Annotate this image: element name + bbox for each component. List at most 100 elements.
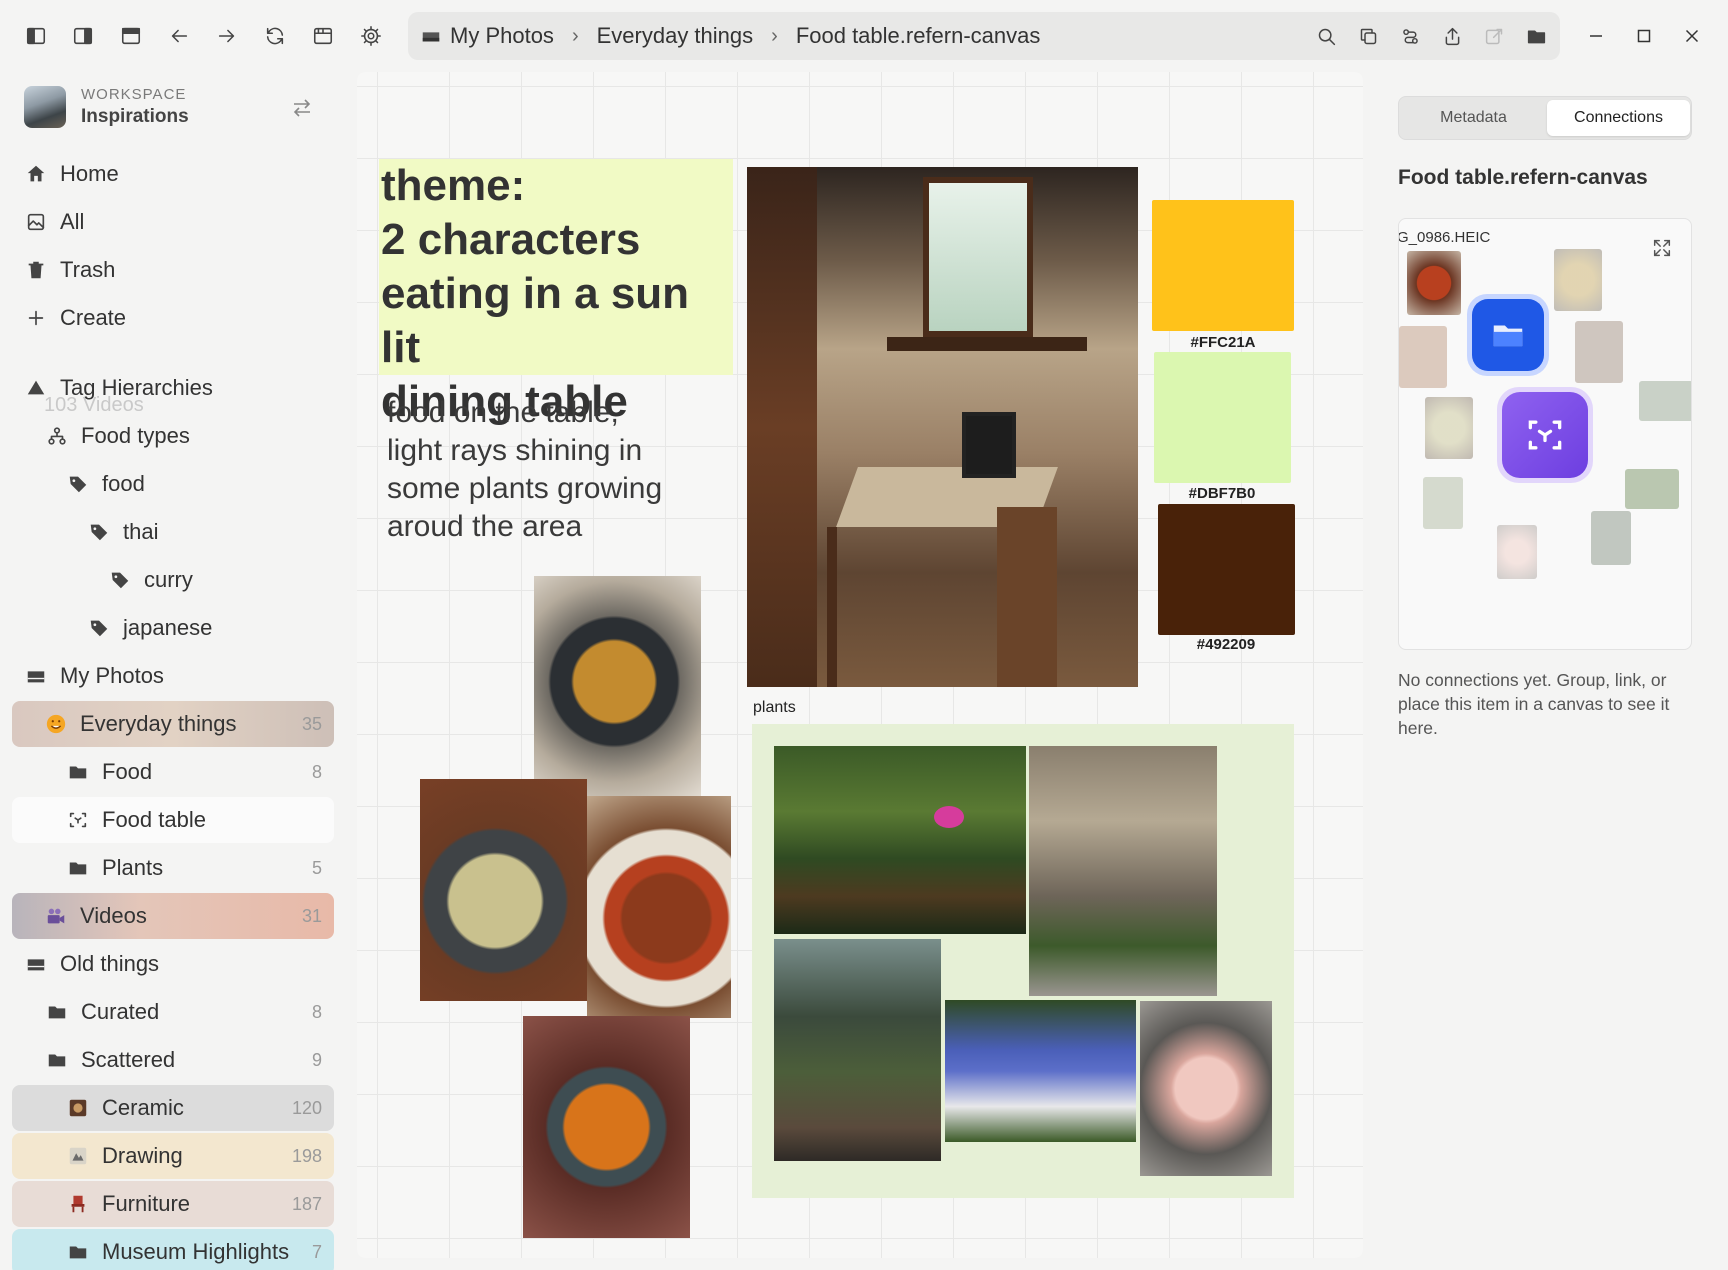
sidebar-item-tag-japanese[interactable]: japanese [87,605,334,651]
graph-thumbnail[interactable] [1497,525,1537,579]
sidebar-item-home[interactable]: Home [24,151,334,197]
share-icon[interactable] [1436,20,1468,52]
roses-photo[interactable] [1140,1001,1272,1176]
sidebar-item-label: Food table [102,807,206,832]
sidebar-item-scattered[interactable]: Scattered 9 [12,1037,334,1083]
settings-gear-icon[interactable] [355,20,387,52]
item-count: 31 [301,905,322,926]
swatch-label: #492209 [1196,636,1256,653]
plus-icon [24,306,48,330]
plants-group[interactable] [752,724,1294,1198]
graph-thumbnail[interactable] [1423,477,1463,529]
graph-thumbnail[interactable] [1575,321,1623,383]
sidebar-item-food-types[interactable]: Food types [45,413,334,459]
sidebar-item-ceramic[interactable]: Ceramic 120 [12,1085,334,1131]
item-count: 9 [311,1049,322,1070]
garden-pond-photo[interactable] [774,746,1026,934]
copy-icon[interactable] [1352,20,1384,52]
building-entrance-photo[interactable] [1029,746,1217,996]
sidebar-item-create[interactable]: Create [24,295,334,341]
swatch-light-green[interactable] [1154,352,1291,483]
graph-thumbnail[interactable] [1554,249,1602,311]
workspace-switcher[interactable]: WORKSPACE Inspirations [24,82,324,136]
sidebar-right-toggle-icon[interactable] [67,20,99,52]
item-count: 5 [311,857,322,878]
expand-icon[interactable] [1651,237,1677,263]
refresh-icon[interactable] [259,20,291,52]
curry-photo-2[interactable] [523,1016,690,1238]
curry-photo-1[interactable] [534,576,701,796]
sidebar-item-tag-curry[interactable]: curry [108,557,334,603]
sidebar-item-trash[interactable]: Trash [24,247,334,293]
sidebar-item-drawing[interactable]: Drawing 198 [12,1133,334,1179]
sidebar-item-curated[interactable]: Curated 8 [12,989,334,1035]
folder-node[interactable] [1467,294,1549,376]
folder-icon[interactable] [1520,20,1552,52]
tag-icon [87,520,111,544]
sidebar-item-videos[interactable]: Videos 31 [12,893,334,939]
connections-graph[interactable]: G_0986.HEIC [1398,218,1692,650]
greenhouse-photo[interactable] [774,939,941,1161]
graph-thumbnail[interactable] [1591,511,1631,565]
folder-icon [45,1048,69,1072]
moodboard-canvas[interactable]: theme: 2 characters eating in a sun lit … [357,72,1363,1258]
graph-thumbnail[interactable] [1399,326,1447,388]
sidebar-item-plants[interactable]: Plants 5 [12,845,334,891]
sidebar-item-food-table[interactable]: Food table [12,797,334,843]
folder-icon [66,856,90,880]
workspace-name: Inspirations [81,106,189,127]
sidebar-item-museum-highlights[interactable]: Museum Highlights 7 [12,1229,334,1270]
graph-thumbnail[interactable] [1625,469,1679,509]
red-curry-photo[interactable] [587,796,731,1018]
swatch-dark-brown[interactable] [1158,504,1295,635]
sidebar-item-all[interactable]: All [24,199,334,245]
green-curry-photo[interactable] [420,779,587,1001]
graph-thumbnail[interactable] [1639,381,1691,421]
sidebar-item-my-photos[interactable]: My Photos [24,653,334,699]
hydrangea-photo[interactable] [945,1000,1136,1142]
sidebar-item-label: Trash [60,257,116,282]
close-icon[interactable] [1676,20,1708,52]
sidebar-item-tag-hierarchies[interactable]: Tag Hierarchies [24,365,334,411]
sidebar-item-old-things[interactable]: Old things [24,941,334,987]
description-line: some plants growing [387,472,663,505]
breadcrumb-everyday-things[interactable]: Everyday things [597,23,754,49]
tab-metadata[interactable]: Metadata [1402,100,1545,136]
description-note[interactable]: food on the table, light rays shining in… [387,394,707,546]
swatch-yellow[interactable] [1152,200,1294,331]
search-icon[interactable] [1310,20,1342,52]
browser-window-icon[interactable] [307,20,339,52]
group-label: plants [753,699,796,716]
folder-icon [1493,325,1523,347]
breadcrumb-current[interactable]: Food table.refern-canvas [796,23,1041,49]
canvas-node[interactable] [1497,387,1593,483]
sidebar-item-furniture[interactable]: Furniture 187 [12,1181,334,1227]
top-panel-toggle-icon[interactable] [115,20,147,52]
theme-note[interactable]: theme: 2 characters eating in a sun lit … [379,159,733,426]
maximize-icon[interactable] [1628,20,1660,52]
sidebar-item-everyday-things[interactable]: Everyday things 35 [12,701,334,747]
dining-room-photo[interactable] [747,167,1138,687]
forward-arrow-icon[interactable] [211,20,243,52]
folder-icon [45,1000,69,1024]
graph-thumbnail[interactable] [1425,397,1473,459]
sidebar-item-label: Old things [60,951,160,976]
swap-arrows-icon[interactable] [290,96,316,122]
breadcrumb-my-photos[interactable]: My Photos [420,23,554,49]
sidebar-item-tag-food[interactable]: food [66,461,334,507]
sidebar-left-toggle-icon[interactable] [20,20,52,52]
sidebar-item-label: japanese [123,615,213,640]
back-arrow-icon[interactable] [163,20,195,52]
edit-icon[interactable] [1478,20,1510,52]
item-count: 198 [291,1145,322,1166]
tab-connections[interactable]: Connections [1547,100,1690,136]
sidebar-item-label: Videos [80,903,147,928]
sidebar-item-food[interactable]: Food 8 [12,749,334,795]
breadcrumb-label: My Photos [450,23,554,48]
minimize-icon[interactable] [1580,20,1612,52]
sidebar-item-label: Food [102,759,153,784]
connected-thumbnail[interactable] [1407,251,1461,315]
sidebar-item-tag-thai[interactable]: thai [87,509,334,555]
inspector-panel: Metadata Connections Food table.refern-c… [1398,72,1694,1270]
link-icon[interactable] [1394,20,1426,52]
